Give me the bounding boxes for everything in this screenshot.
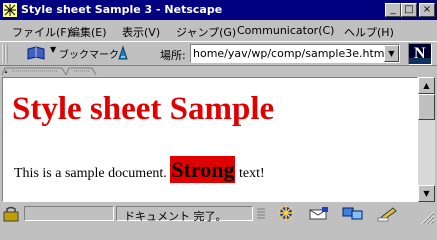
menu-edit[interactable]: 編集(E) — [69, 24, 107, 40]
menu-file[interactable]: ファイル(F) — [12, 24, 71, 40]
location-page-icon[interactable] — [116, 45, 130, 61]
netscape-logo-letter: N — [414, 45, 426, 62]
minimize-button[interactable]: _ — [385, 3, 401, 17]
bookmarks-label[interactable]: ブックマーク — [59, 46, 119, 61]
progress-bar — [24, 206, 114, 221]
menu-bar: ファイル(F) 編集(E) 表示(V) ジャンプ(G) Communicator… — [0, 21, 437, 41]
netscape-app-icon[interactable] — [3, 3, 17, 17]
bookmarks-dropdown-icon[interactable]: ▼ — [50, 45, 56, 54]
scroll-down-button[interactable]: ▼ — [418, 185, 435, 202]
resize-grip-icon[interactable] — [421, 211, 435, 224]
menu-go[interactable]: ジャンプ(G) — [176, 24, 236, 40]
close-button[interactable]: × — [419, 3, 435, 17]
menu-help[interactable]: ヘルプ(H) — [344, 24, 394, 40]
mailbox-icon[interactable] — [308, 205, 330, 222]
body-text-after: text! — [235, 166, 265, 181]
menu-view[interactable]: 表示(V) — [122, 24, 160, 40]
scroll-up-button[interactable]: ▲ — [418, 77, 435, 94]
security-lock-icon[interactable] — [3, 206, 21, 222]
location-dropdown-button[interactable]: ▼ — [384, 45, 399, 62]
window-title: Style sheet Sample 3 - Netscape — [21, 3, 223, 16]
bookmarks-icon[interactable] — [26, 45, 46, 61]
maximize-button[interactable]: □ — [401, 3, 417, 17]
location-input[interactable]: home/yav/wp/comp/sample3e.html — [190, 44, 400, 63]
menu-communicator[interactable]: Communicator(C) — [237, 24, 334, 37]
body-paragraph: This is a sample document. Strong text! — [14, 148, 265, 196]
netscape-logo[interactable]: N — [408, 43, 432, 65]
location-label: 場所: — [160, 49, 186, 62]
scroll-thumb[interactable] — [418, 94, 435, 120]
toolbar-grip-icon[interactable] — [2, 43, 8, 64]
strong-text: Strong — [170, 156, 236, 183]
page-heading: Style sheet Sample — [12, 91, 275, 127]
status-message: ドキュメント 完了。 — [124, 210, 227, 223]
status-grip-icon — [257, 208, 265, 219]
title-bar[interactable]: Style sheet Sample 3 - Netscape _ □ × — [0, 0, 437, 20]
toolbar-tab-strip[interactable] — [0, 67, 437, 76]
discussion-groups-icon[interactable] — [342, 205, 364, 222]
body-text-before: This is a sample document. — [14, 166, 171, 181]
composer-icon[interactable] — [377, 205, 399, 222]
navigator-icon[interactable] — [276, 205, 296, 222]
